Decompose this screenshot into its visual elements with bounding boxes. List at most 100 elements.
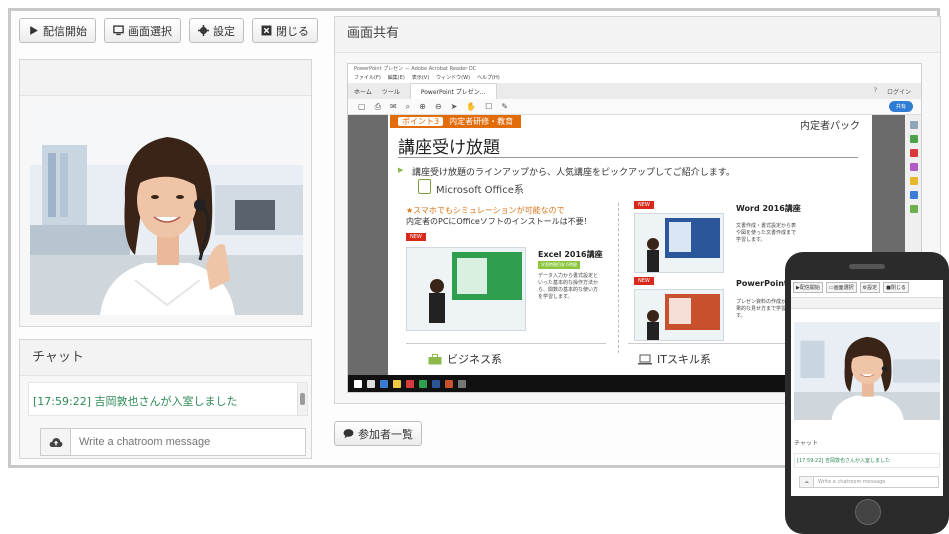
- side-tool-2-icon: [910, 135, 918, 143]
- camera-video: [30, 105, 303, 315]
- phone-cloud-upload-icon[interactable]: ☁: [800, 477, 814, 487]
- phone-screen: ▶配信開始 ▭画面選択 ⚙設定 ■閉じる チャット [17:59:22] 吉岡敦…: [791, 280, 943, 496]
- excel-course-thumbnail: [406, 247, 526, 331]
- shared-menu-edit: 編集(E): [387, 75, 405, 81]
- powerpoint-course-thumbnail: [634, 289, 724, 341]
- slide-mobile-note2: 内定者のPCにOfficeソフトのインストールは不要！: [406, 217, 592, 226]
- shared-save-icon: ▢: [358, 102, 366, 111]
- side-tool-3-icon: [910, 149, 918, 157]
- slide-divider: [618, 203, 619, 353]
- smartphone-mockup: ▶配信開始 ▭画面選択 ⚙設定 ■閉じる チャット [17:59:22] 吉岡敦…: [785, 252, 949, 534]
- close-button[interactable]: 閉じる: [252, 18, 318, 43]
- side-tool-6-icon: [910, 191, 918, 199]
- taskbar-icon-7: [445, 379, 453, 388]
- phone-toolbar: ▶配信開始 ▭画面選択 ⚙設定 ■閉じる: [791, 280, 943, 295]
- settings-button[interactable]: 設定: [189, 18, 244, 43]
- phone-select-screen-button[interactable]: ▭画面選択: [825, 282, 857, 293]
- shared-app-right-controls: ? ログイン: [874, 87, 921, 96]
- word-course-description: 文書作成・書式設定から表や図を使った文書作成まで学習します。: [736, 223, 797, 243]
- phone-camera-header: [791, 297, 943, 309]
- phone-chat-input[interactable]: ☁ Write a chatroom message: [799, 476, 939, 488]
- chat-message: [17:59:22] 吉岡敦也さんが入室しました: [33, 395, 238, 408]
- close-label: 閉じる: [276, 24, 309, 38]
- shared-menu-view: 表示(V): [411, 75, 430, 81]
- select-screen-button[interactable]: 画面選択: [104, 18, 181, 43]
- upload-button[interactable]: [41, 429, 71, 455]
- gear-icon: [198, 25, 209, 36]
- shared-print-icon: ⎙: [374, 101, 381, 111]
- shared-up-icon: ⊕: [419, 102, 426, 111]
- shared-help-icon: ?: [873, 86, 877, 94]
- excel-course-title: Excel 2016講座: [538, 250, 603, 259]
- shared-cursor-icon: ➤: [450, 102, 458, 111]
- shared-menu-file: ファイル(F): [354, 75, 381, 81]
- word-course-title: Word 2016講座: [736, 204, 801, 213]
- play-icon: [30, 26, 38, 35]
- shared-mail-icon: ✉: [389, 102, 397, 111]
- category-it: ITスキル系: [638, 351, 711, 367]
- shared-app-tools: ▢ ⎙ ✉ ⌕ ⊕ ⊖ ➤ ✋ ☐ ✎ 共有: [348, 99, 921, 115]
- chat-scrollbar[interactable]: [297, 383, 307, 415]
- slide-brand: 内定者パック: [800, 121, 860, 132]
- taskbar-icon-1: [367, 379, 375, 388]
- shared-app-menubar: ファイル(F) 編集(E) 表示(V) ウィンドウ(W) ヘルプ(H): [348, 74, 921, 83]
- laptop-icon: [638, 354, 652, 364]
- presenter-video-image: [30, 105, 303, 315]
- chat-scroll-thumb[interactable]: [300, 393, 305, 405]
- start-broadcast-button[interactable]: 配信開始: [19, 18, 96, 43]
- powerpoint-course-title: PowerPoint: [736, 279, 788, 288]
- shared-login: ログイン: [886, 88, 911, 96]
- shared-comment-icon: ☐: [485, 102, 493, 111]
- shared-zoom-icon: ⌕: [405, 101, 411, 111]
- monitor-icon: [113, 25, 124, 36]
- settings-label: 設定: [213, 24, 235, 38]
- phone-home-button[interactable]: [855, 499, 881, 525]
- shared-menu-help: ヘルプ(H): [477, 75, 500, 81]
- participants-button[interactable]: 参加者一覧: [334, 421, 422, 446]
- close-box-icon: [261, 25, 272, 36]
- slide-title: 講座受け放題: [398, 138, 500, 158]
- taskbar-icon-4: [406, 379, 414, 388]
- phone-start-broadcast-button[interactable]: ▶配信開始: [793, 282, 823, 293]
- taskbar-icon-2: [380, 379, 388, 388]
- category-line-1: [406, 343, 606, 344]
- cloud-upload-icon: [49, 437, 62, 447]
- screen-share-title: 画面共有: [335, 17, 940, 53]
- chat-log: [17:59:22] 吉岡敦也さんが入室しました: [28, 382, 308, 416]
- start-broadcast-label: 配信開始: [43, 24, 87, 38]
- chat-panel: チャット [17:59:22] 吉岡敦也さんが入室しました: [19, 339, 312, 459]
- slide-mobile-note: ★スマホでもシミュレーションが可能なので: [406, 206, 565, 215]
- shared-tab-home: ホーム: [354, 88, 372, 96]
- slide-point-badge: ポイント3 内定者研修・教育: [390, 115, 522, 128]
- office-icon: [418, 179, 431, 194]
- phone-chat-title: チャット: [794, 440, 818, 447]
- taskbar-icon-3: [393, 379, 401, 388]
- phone-presenter-image: [794, 322, 940, 420]
- excel-course-tag: 学習時間目安 6時間: [538, 261, 580, 269]
- taskbar-icon-5: [419, 379, 427, 388]
- phone-close-button[interactable]: ■閉じる: [883, 282, 909, 293]
- chat-input[interactable]: [71, 429, 305, 455]
- new-tag-word: NEW: [634, 201, 654, 209]
- taskbar-icon-8: [458, 379, 466, 388]
- side-tool-4-icon: [910, 163, 918, 171]
- shared-app-titlebar: PowerPoint プレゼン — Adobe Acrobat Reader D…: [348, 64, 921, 74]
- start-icon: [354, 379, 362, 388]
- select-screen-label: 画面選択: [128, 24, 172, 38]
- phone-camera-video: [794, 322, 940, 420]
- phone-settings-button[interactable]: ⚙設定: [859, 282, 881, 293]
- toolbar: 配信開始 画面選択 設定 閉じる: [19, 18, 318, 43]
- word-course-thumbnail: [634, 213, 724, 273]
- shared-down-icon: ⊖: [434, 102, 442, 111]
- phone-speaker: [849, 264, 885, 269]
- excel-course-description: データ入力から書式設定といった基本的な操作方法から、関数の基本的な使い方を学習し…: [538, 273, 599, 300]
- shared-share-button: 共有: [888, 101, 913, 112]
- shared-tab-document: PowerPoint プレゼン...: [409, 83, 497, 99]
- side-tool-5-icon: [910, 177, 918, 185]
- slide-description: 講座受け放題のラインアップから、人気講座をピックアップしてご紹介します。: [398, 165, 735, 178]
- briefcase-icon: [428, 353, 442, 364]
- phone-chat-placeholder: Write a chatroom message: [818, 479, 886, 485]
- side-tool-7-icon: [910, 205, 918, 213]
- new-tag: NEW: [406, 233, 426, 241]
- camera-panel: [19, 59, 312, 327]
